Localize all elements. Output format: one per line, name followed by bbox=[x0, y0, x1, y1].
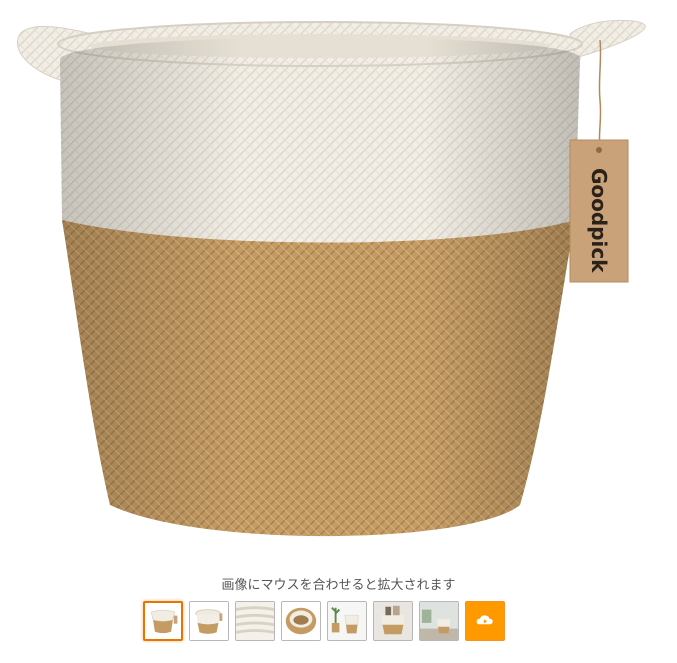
thumbnail-video[interactable] bbox=[465, 601, 505, 641]
thumbnail-strip bbox=[143, 601, 505, 643]
tag-string bbox=[598, 39, 602, 146]
thumbnail-basket-with-plant[interactable] bbox=[327, 601, 367, 641]
brand-tag-text: Goodpick bbox=[587, 168, 611, 273]
thumbnail-basket-with-items[interactable] bbox=[373, 601, 413, 641]
zoom-hint: 画像にマウスを合わせると拡大されます bbox=[221, 578, 456, 593]
basket-illustration: Goodpick bbox=[17, 19, 646, 537]
thumbnail-basket-front[interactable] bbox=[143, 601, 183, 641]
thumbnail-rope-texture[interactable] bbox=[235, 601, 275, 641]
right-handle bbox=[569, 19, 646, 59]
brand-tag: Goodpick bbox=[569, 139, 629, 283]
thumbnail-basket-lid-side[interactable] bbox=[189, 601, 229, 641]
thumbnail-basket-in-room[interactable] bbox=[419, 601, 459, 641]
thumbnail-basket-top-view[interactable] bbox=[281, 601, 321, 641]
cloud-play-icon bbox=[476, 615, 493, 625]
product-main-image[interactable]: Goodpick bbox=[0, 0, 677, 570]
